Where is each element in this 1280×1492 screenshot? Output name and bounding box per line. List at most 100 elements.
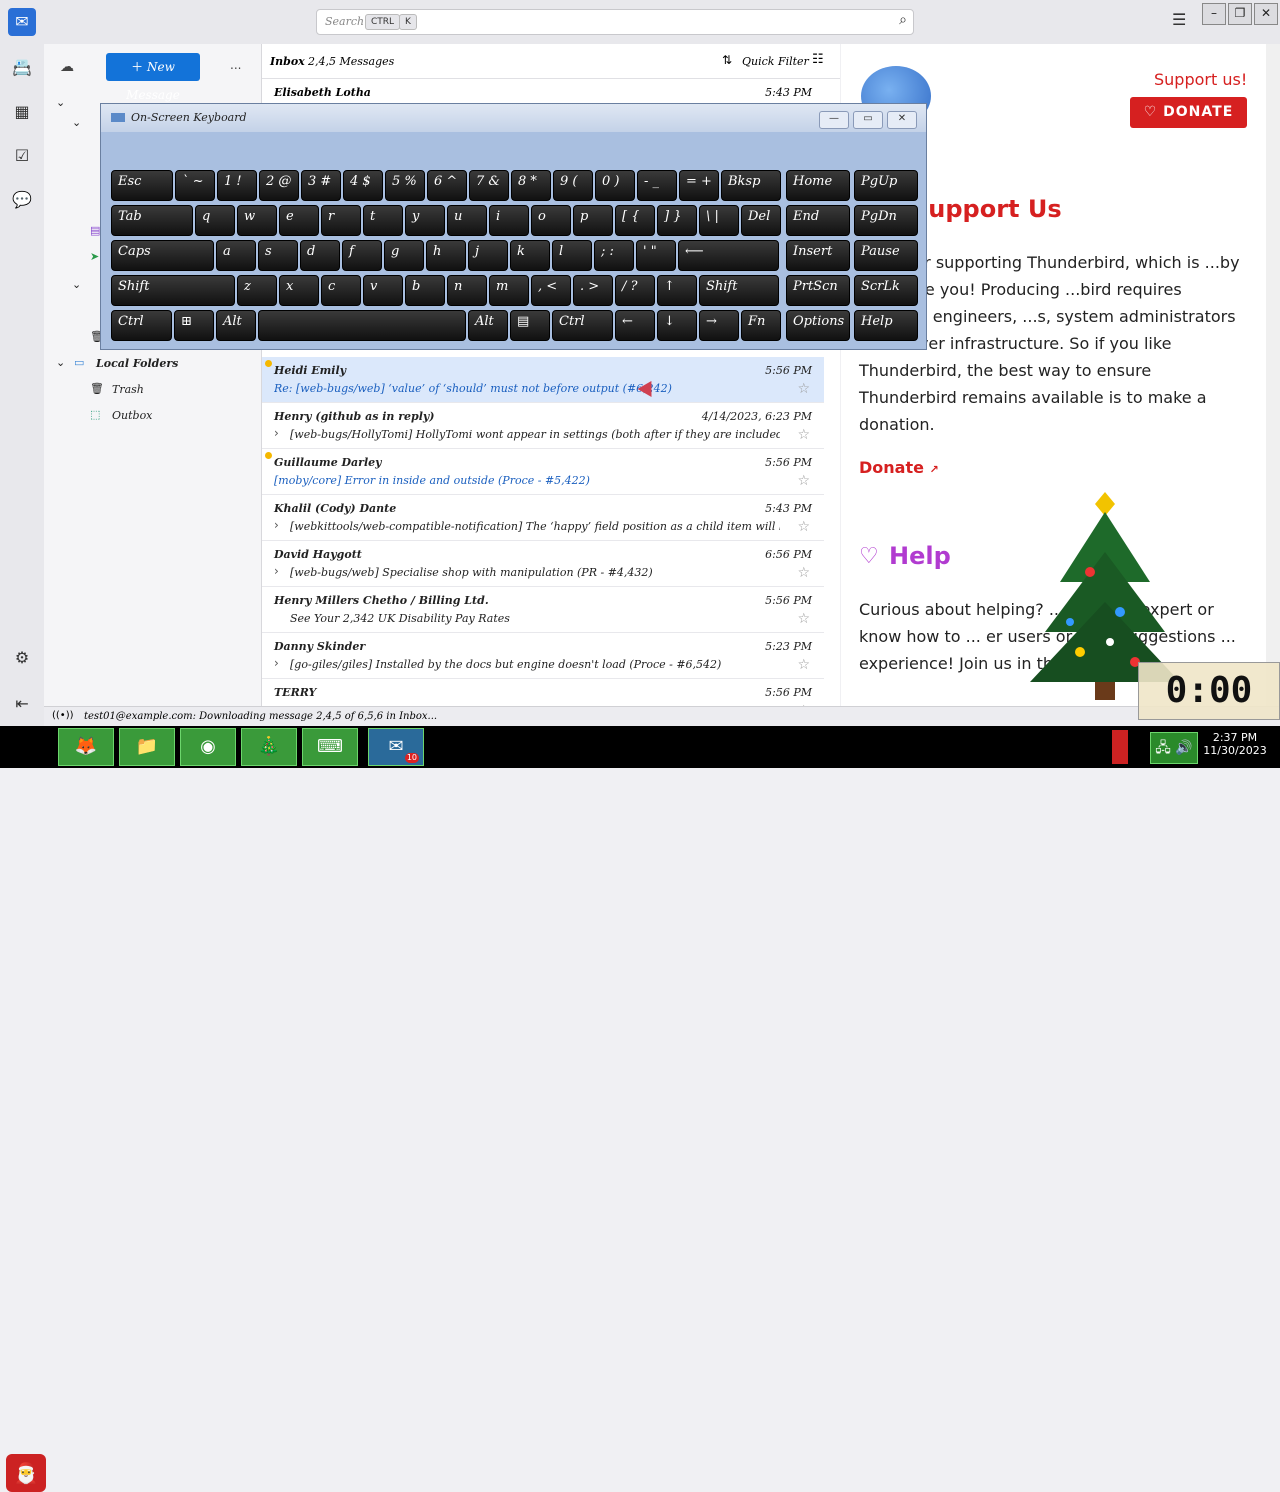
osk-key[interactable]: ⟵ <box>678 240 779 271</box>
osk-key[interactable]: s <box>258 240 298 271</box>
table-row[interactable]: Henry Millers Chetho / Billing Ltd. 5:56 … <box>262 587 824 633</box>
star-icon[interactable]: ☆ <box>797 565 810 581</box>
search-icon[interactable]: ⌕ <box>899 12 907 28</box>
osk-key[interactable]: Ctrl <box>111 310 172 341</box>
osk-key[interactable]: m <box>489 275 529 306</box>
chrome-task-icon[interactable]: ◉ <box>180 728 236 766</box>
address-book-icon[interactable]: 📇 <box>12 58 32 78</box>
star-icon[interactable]: ☆ <box>797 473 810 489</box>
star-icon[interactable]: ☆ <box>797 519 810 535</box>
calendar-icon[interactable]: ▦ <box>12 102 32 122</box>
osk-key[interactable]: ← <box>615 310 655 341</box>
osk-key[interactable]: x <box>279 275 319 306</box>
osk-key[interactable] <box>258 310 466 341</box>
settings-icon[interactable]: ⚙ <box>12 648 32 668</box>
unread-dot-icon[interactable] <box>265 452 272 459</box>
firefox-task-icon[interactable]: 🦊 <box>58 728 114 766</box>
osk-key[interactable]: y <box>405 205 445 236</box>
more-options-button[interactable]: ... <box>230 58 241 72</box>
osk-key[interactable]: z <box>237 275 277 306</box>
osk-nav-key[interactable]: ScrLk <box>854 275 918 306</box>
table-row[interactable]: Guillaume Darley 5:56 PM [moby/core] Error… <box>262 449 824 495</box>
osk-key[interactable]: ] } <box>657 205 697 236</box>
get-messages-icon[interactable]: ☁ <box>60 59 74 75</box>
osk-key[interactable]: Esc <box>111 170 173 201</box>
osk-key[interactable]: 2 @ <box>259 170 299 201</box>
osk-key[interactable]: l <box>552 240 592 271</box>
osk-key[interactable]: . > <box>573 275 613 306</box>
keyboard-task-icon[interactable]: ⌨ <box>302 728 358 766</box>
osk-key[interactable]: Tab <box>111 205 193 236</box>
star-icon[interactable]: ☆ <box>797 611 810 627</box>
osk-key[interactable]: k <box>510 240 550 271</box>
inbox-expand-icon[interactable]: ⌄ <box>72 116 81 129</box>
drafts-icon[interactable]: ▤ <box>90 224 100 237</box>
quick-filter-button[interactable]: Quick Filter <box>742 55 809 68</box>
osk-key[interactable]: → <box>699 310 739 341</box>
thread-expand-icon[interactable]: › <box>274 564 279 578</box>
star-icon[interactable]: ☆ <box>797 427 810 443</box>
table-row[interactable]: Heidi Emily 5:56 PM Re: [web-bugs/web] ‘va… <box>262 357 824 403</box>
osk-key[interactable]: ; : <box>594 240 634 271</box>
osk-key[interactable]: h <box>426 240 466 271</box>
app-menu-icon[interactable]: ☰ <box>1172 10 1186 29</box>
osk-key[interactable]: c <box>321 275 361 306</box>
osk-nav-key[interactable]: Home <box>786 170 850 201</box>
osk-nav-key[interactable]: Pause <box>854 240 918 271</box>
osk-key[interactable]: p <box>573 205 613 236</box>
osk-key[interactable]: ↓ <box>657 310 697 341</box>
osk-key[interactable]: a <box>216 240 256 271</box>
support-us-link[interactable]: Support us! <box>1154 70 1247 89</box>
osk-close-button[interactable]: ✕ <box>887 111 917 129</box>
osk-key[interactable]: Ctrl <box>552 310 613 341</box>
osk-key[interactable]: ⊞ <box>174 310 214 341</box>
collapse-icon[interactable]: ⇤ <box>12 694 32 714</box>
osk-nav-key[interactable]: Insert <box>786 240 850 271</box>
osk-key[interactable]: b <box>405 275 445 306</box>
osk-key[interactable]: 7 & <box>469 170 509 201</box>
osk-key[interactable]: ↑ <box>657 275 697 306</box>
osk-key[interactable]: 3 # <box>301 170 341 201</box>
thread-expand-icon[interactable]: › <box>274 656 279 670</box>
table-row[interactable]: Danny Skinder 5:23 PM › [go-giles/giles] In… <box>262 633 824 679</box>
donate-button[interactable]: ♡ DONATE <box>1130 97 1247 128</box>
sent-icon[interactable]: ➤ <box>90 250 99 263</box>
osk-key[interactable]: Fn <box>741 310 781 341</box>
osk-key[interactable]: 5 % <box>385 170 425 201</box>
thread-expand-icon[interactable]: › <box>274 518 279 532</box>
archive-expand-icon[interactable]: ⌄ <box>72 278 81 291</box>
osk-key[interactable]: i <box>489 205 529 236</box>
osk-key[interactable]: n <box>447 275 487 306</box>
osk-key[interactable]: 0 ) <box>595 170 635 201</box>
osk-minimize-button[interactable]: — <box>819 111 849 129</box>
mail-app-icon[interactable]: ✉ <box>8 8 36 36</box>
osk-key[interactable]: ' " <box>636 240 676 271</box>
star-icon[interactable]: ☆ <box>797 657 810 673</box>
table-row[interactable]: Henry (github as in reply) 4/14/2023, 6:2… <box>262 403 824 449</box>
osk-key[interactable]: Alt <box>216 310 256 341</box>
osk-nav-key[interactable]: PgDn <box>854 205 918 236</box>
osk-nav-key[interactable]: Help <box>854 310 918 341</box>
osk-key[interactable]: - _ <box>637 170 677 201</box>
osk-key[interactable]: / ? <box>615 275 655 306</box>
minimize-button[interactable]: – <box>1202 3 1226 25</box>
osk-title-bar[interactable]: On-Screen Keyboard — ▭ ✕ <box>101 104 926 132</box>
christmas-tree-task-icon[interactable]: 🎄 <box>241 728 297 766</box>
osk-key[interactable]: Del <box>741 205 781 236</box>
osk-key[interactable]: w <box>237 205 277 236</box>
osk-key[interactable]: 9 ( <box>553 170 593 201</box>
osk-key[interactable]: 8 * <box>511 170 551 201</box>
osk-key[interactable]: , < <box>531 275 571 306</box>
table-row[interactable]: David Haygott 6:56 PM › [web-bugs/web] Spec… <box>262 541 824 587</box>
osk-key[interactable]: 6 ^ <box>427 170 467 201</box>
osk-key[interactable]: r <box>321 205 361 236</box>
thunderbird-task-icon[interactable]: ✉ 10 <box>368 728 424 766</box>
taskbar-clock[interactable]: 2:37 PM 11/30/2023 <box>1200 731 1270 757</box>
donate-link[interactable]: Donate ↗ <box>859 458 939 477</box>
close-button[interactable]: ✕ <box>1254 3 1278 25</box>
osk-nav-key[interactable]: End <box>786 205 850 236</box>
osk-key[interactable]: o <box>531 205 571 236</box>
local-folders-label[interactable]: Local Folders <box>96 357 178 370</box>
osk-key[interactable]: Shift <box>699 275 779 306</box>
osk-maximize-button[interactable]: ▭ <box>853 111 883 129</box>
